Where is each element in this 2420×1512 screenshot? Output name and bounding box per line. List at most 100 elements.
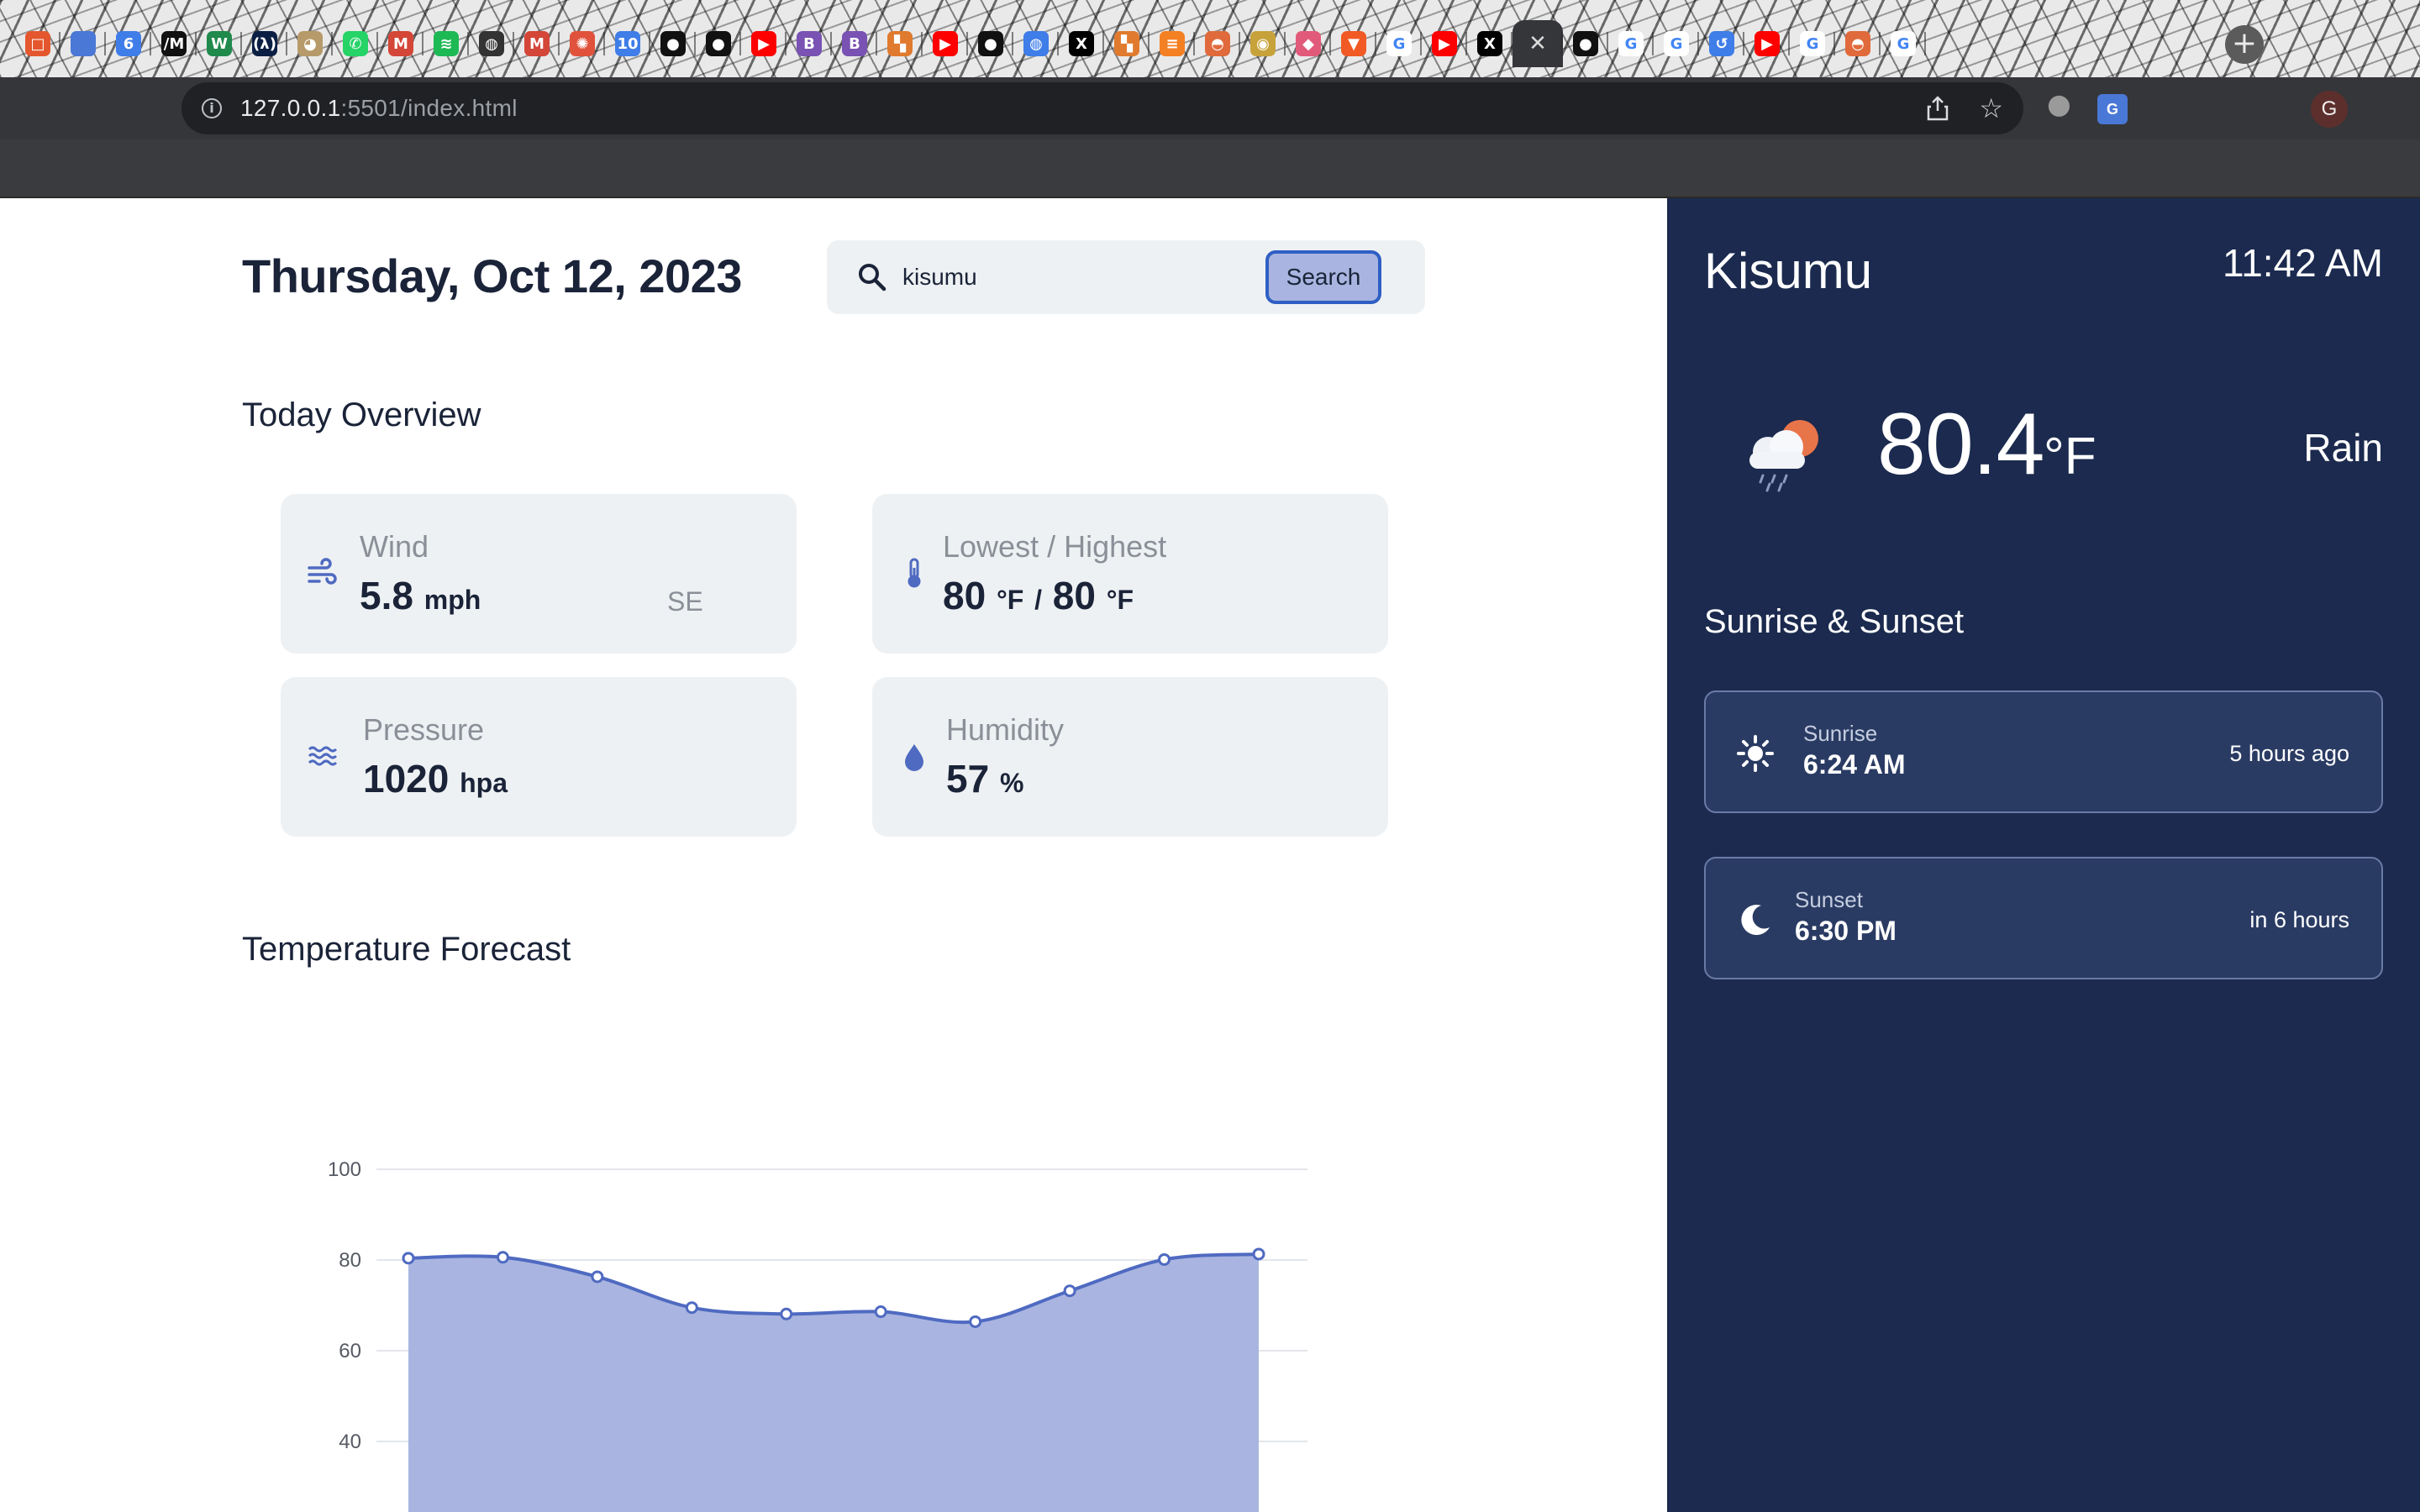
- six-icon: 6: [116, 31, 141, 56]
- profile-avatar[interactable]: G: [2311, 91, 2348, 128]
- browser-tab[interactable]: G: [1790, 20, 1835, 67]
- browser-tab[interactable]: ●: [650, 20, 696, 67]
- browser-tab[interactable]: ▼: [1331, 20, 1376, 67]
- search-input[interactable]: [902, 259, 1255, 296]
- temp-high-unit: °F: [1106, 585, 1134, 615]
- main-panel: Thursday, Oct 12, 2023 Search Today Over…: [0, 198, 1667, 1512]
- browser-tab[interactable]: X: [1059, 20, 1104, 67]
- current-date: Thursday, Oct 12, 2023: [242, 249, 742, 302]
- youtube-icon: ▶: [1754, 31, 1780, 56]
- new-tab-button[interactable]: +: [2225, 25, 2264, 64]
- github-icon: ●: [706, 31, 731, 56]
- city-name: Kisumu: [1704, 243, 1873, 299]
- weather-condition: Rain: [2303, 426, 2383, 470]
- browser-tab[interactable]: G: [1376, 20, 1422, 67]
- star-burst-icon: ✺: [570, 31, 595, 56]
- browser-tab[interactable]: ▶: [1744, 20, 1790, 67]
- browser-tab[interactable]: ●: [968, 20, 1013, 67]
- sunrise-relative: 5 hours ago: [2229, 741, 2349, 766]
- browser-tab-active[interactable]: ✕: [1512, 20, 1563, 67]
- browser-tab[interactable]: ●: [1563, 20, 1608, 67]
- data-point[interactable]: [969, 1315, 982, 1328]
- browser-tab[interactable]: B: [832, 20, 877, 67]
- m-logo-icon: /M: [161, 31, 187, 56]
- browser-tab[interactable]: X: [1467, 20, 1512, 67]
- calendar-icon: 10: [615, 31, 640, 56]
- browser-tab[interactable]: ◓: [1835, 20, 1881, 67]
- data-point[interactable]: [685, 1301, 698, 1315]
- data-point[interactable]: [1252, 1247, 1265, 1261]
- bookmark-star-icon[interactable]: ☆: [1979, 92, 2003, 124]
- moon-icon: [1741, 905, 1770, 936]
- browser-tab[interactable]: ◍: [1013, 20, 1059, 67]
- translate-extension-icon[interactable]: G: [2097, 94, 2128, 124]
- data-point[interactable]: [780, 1307, 793, 1320]
- browser-tab[interactable]: ●: [696, 20, 741, 67]
- browser-tab[interactable]: ◉: [1240, 20, 1286, 67]
- github-icon: ●: [1573, 31, 1598, 56]
- temp-range-separator: /: [1034, 585, 1042, 615]
- browser-tab[interactable]: W: [197, 20, 242, 67]
- browser-tab[interactable]: ✺: [560, 20, 605, 67]
- wind-value: 5.8 mph: [360, 573, 481, 618]
- data-point[interactable]: [496, 1251, 509, 1264]
- humidity-card: Humidity 57 %: [872, 677, 1388, 837]
- google-icon: G: [1618, 31, 1644, 56]
- browser-tab[interactable]: ≋: [424, 20, 469, 67]
- extension-icon[interactable]: [2047, 94, 2077, 124]
- browser-tab[interactable]: □: [15, 20, 60, 67]
- search-button[interactable]: Search: [1265, 250, 1381, 304]
- temperature-unit: °F: [2044, 428, 2096, 486]
- browser-tab[interactable]: G: [1608, 20, 1654, 67]
- browser-tab[interactable]: ▶: [741, 20, 786, 67]
- data-point[interactable]: [1063, 1284, 1076, 1298]
- sunrise-sunset-title: Sunrise & Sunset: [1704, 603, 1965, 640]
- cube-icon: ◆: [1296, 31, 1321, 56]
- temp-range-value: 80 °F / 80 °F: [943, 573, 1134, 618]
- browser-tab[interactable]: ≡: [1150, 20, 1195, 67]
- url-text[interactable]: 127.0.0.1:5501/index.html: [240, 95, 518, 122]
- browser-tab[interactable]: /M: [151, 20, 197, 67]
- y-tick-label: 100: [328, 1158, 361, 1181]
- temp-range-label: Lowest / Highest: [943, 529, 1167, 564]
- browser-tab[interactable]: ↺: [1699, 20, 1744, 67]
- browser-tab[interactable]: M: [514, 20, 560, 67]
- search-icon: [859, 264, 886, 291]
- browser-tab[interactable]: ▚: [1104, 20, 1150, 67]
- share-icon[interactable]: [1926, 96, 1949, 121]
- browser-tab[interactable]: 6: [106, 20, 151, 67]
- browser-tab[interactable]: ◕: [287, 20, 333, 67]
- browser-tab[interactable]: M: [378, 20, 424, 67]
- browser-tab[interactable]: ◍: [469, 20, 514, 67]
- temp-range-card: Lowest / Highest 80 °F / 80 °F: [872, 494, 1388, 654]
- temp-low-unit: °F: [996, 585, 1024, 615]
- weather-app: Thursday, Oct 12, 2023 Search Today Over…: [0, 198, 2420, 1512]
- water-drop-icon: [905, 744, 923, 771]
- browser-tab[interactable]: [60, 20, 106, 67]
- address-bar[interactable]: i 127.0.0.1:5501/index.html ☆: [182, 82, 2023, 134]
- data-point[interactable]: [591, 1270, 604, 1284]
- browser-tab-strip: □ 6/M W (λ) ◕ ✆ M ≋ ◍ M ✺ 10 ● ● ▶ B B ▚ ▶ ● ◍ X ▚ ≡ ◓ ◉ ◆ ▼ G ▶ X ✕ ● G G…: [0, 0, 2420, 77]
- browser-tab[interactable]: B: [786, 20, 832, 67]
- browser-tab[interactable]: ▚: [877, 20, 923, 67]
- browser-tab[interactable]: ▶: [923, 20, 968, 67]
- gmail-icon: M: [388, 31, 413, 56]
- thermometer-icon: [908, 558, 921, 588]
- browser-tab[interactable]: G: [1654, 20, 1699, 67]
- browser-tab[interactable]: ◓: [1195, 20, 1240, 67]
- browser-tab[interactable]: (λ): [242, 20, 287, 67]
- browser-tab[interactable]: G: [1881, 20, 1926, 67]
- browser-tab[interactable]: 10: [605, 20, 650, 67]
- wind-card: Wind 5.8 mph SE: [281, 494, 797, 654]
- data-point[interactable]: [874, 1305, 887, 1319]
- data-point[interactable]: [1158, 1252, 1171, 1266]
- site-info-icon[interactable]: i: [202, 98, 222, 118]
- whatsapp-icon: ✆: [343, 31, 368, 56]
- browser-tab[interactable]: ◆: [1286, 20, 1331, 67]
- browser-tab[interactable]: ▶: [1422, 20, 1467, 67]
- close-icon[interactable]: ✕: [1525, 31, 1550, 56]
- browser-tab[interactable]: ✆: [333, 20, 378, 67]
- local-time: 11:42 AM: [2223, 241, 2383, 285]
- wind-icon: [308, 558, 337, 585]
- data-point[interactable]: [402, 1252, 415, 1265]
